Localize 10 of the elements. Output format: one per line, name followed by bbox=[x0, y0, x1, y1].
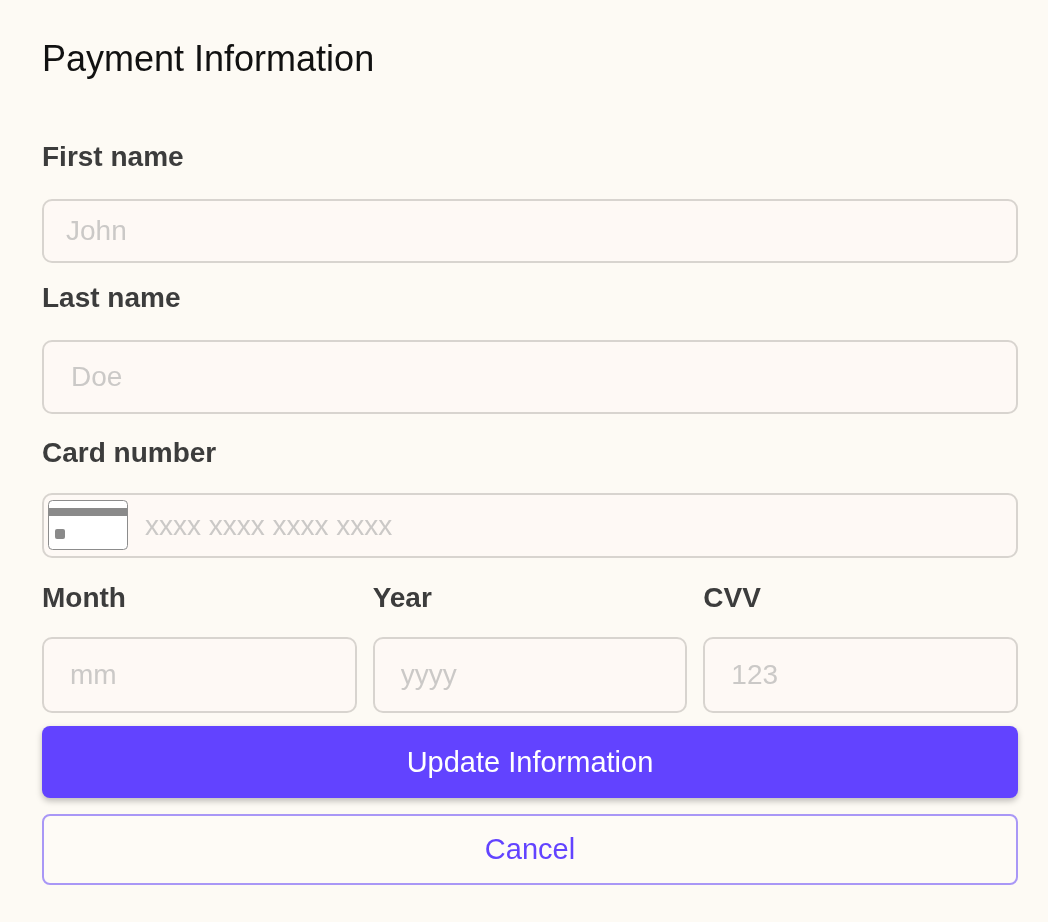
form-title: Payment Information bbox=[42, 37, 375, 81]
update-button[interactable]: Update Information bbox=[42, 726, 1018, 798]
field-label: Month bbox=[42, 581, 126, 615]
credit-card-icon bbox=[48, 500, 128, 550]
cancel-button[interactable]: Cancel bbox=[42, 814, 1018, 885]
field-label: First name bbox=[42, 140, 184, 174]
field-label: CVV bbox=[703, 581, 761, 615]
field-label: Card number bbox=[42, 436, 217, 470]
field-label: Last name bbox=[42, 281, 181, 315]
field-label: Year bbox=[372, 581, 432, 615]
